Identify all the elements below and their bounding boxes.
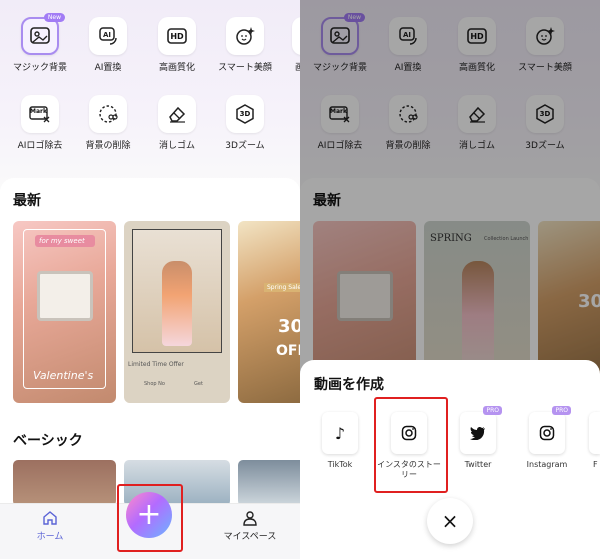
tool-ai-logo-remove[interactable]: Mark AIロゴ除去 bbox=[5, 95, 75, 151]
highlight-box-instagram-story bbox=[374, 397, 448, 493]
option-label: TikTok bbox=[327, 460, 353, 469]
3d-glyph: 3D bbox=[239, 110, 251, 118]
hd-glyph: HD bbox=[170, 31, 184, 41]
card-off-text: OFF bbox=[276, 343, 300, 359]
partial-tool-icon[interactable] bbox=[292, 17, 300, 55]
tab-my-label: マイスペース bbox=[223, 532, 277, 542]
tool-label: 高画質化 bbox=[158, 63, 195, 73]
ai-logo-remove-icon: Mark bbox=[21, 95, 59, 133]
tab-home[interactable]: ホーム bbox=[30, 510, 70, 542]
home-icon bbox=[43, 511, 57, 525]
tab-home-label: ホーム bbox=[36, 532, 64, 542]
template-card-limited-offer[interactable]: Limited Time Offer Shop No Get bbox=[124, 221, 230, 403]
card-offer-text: Limited Time Offer bbox=[128, 361, 184, 368]
3d-zoom-icon: 3D bbox=[226, 95, 264, 133]
option-label: Twitter bbox=[464, 460, 492, 469]
section-title-basic: ベーシック bbox=[13, 433, 83, 449]
tool-label: 消しゴム bbox=[158, 141, 195, 151]
basic-template-card[interactable] bbox=[13, 460, 116, 506]
card-shop-text: Shop No bbox=[144, 381, 165, 387]
woman-figure bbox=[162, 261, 192, 346]
smart-beauty-icon bbox=[226, 17, 264, 55]
pro-badge: PRO bbox=[483, 406, 502, 415]
twitter-icon: PRO bbox=[460, 406, 502, 454]
tiktok-glyph: ♪ bbox=[334, 423, 346, 443]
card-percent-text: 30 bbox=[278, 316, 300, 337]
highlight-box-plus bbox=[117, 484, 183, 552]
svg-text:AI: AI bbox=[103, 31, 111, 39]
option-label: F bbox=[593, 460, 598, 469]
user-icon bbox=[243, 511, 257, 526]
tool-eraser[interactable]: 消しゴム bbox=[142, 95, 212, 151]
template-card-valentine[interactable]: for my sweet Valentine's bbox=[13, 221, 116, 403]
mark-glyph: Mark bbox=[30, 108, 47, 115]
magic-background-icon: New bbox=[21, 13, 65, 55]
card-script-text: Valentine's bbox=[33, 369, 94, 382]
tool-label: スマート美顔 bbox=[218, 63, 272, 73]
background-remove-icon bbox=[89, 95, 127, 133]
tool-label: マジック背景 bbox=[12, 63, 67, 73]
tool-background-remove[interactable]: 背景の削除 bbox=[73, 95, 143, 151]
option-label: Instagram bbox=[526, 460, 568, 469]
tool-label: 3Dズーム bbox=[225, 141, 265, 151]
card-sale-text: Spring Sale bbox=[264, 283, 300, 292]
tool-ai-replace[interactable]: AI AI置換 bbox=[73, 17, 143, 73]
option-tiktok[interactable]: ♪ TikTok bbox=[307, 412, 373, 470]
hd-icon: HD bbox=[158, 17, 196, 55]
close-button[interactable]: × bbox=[427, 498, 473, 544]
tool-hd[interactable]: HD 高画質化 bbox=[142, 17, 212, 73]
card-get-text: Get bbox=[194, 381, 203, 387]
tool-3d-zoom[interactable]: 3D 3Dズーム bbox=[210, 95, 280, 151]
ai-replace-icon: AI bbox=[89, 17, 127, 55]
ring-box-image bbox=[37, 271, 93, 321]
tool-magic-background[interactable]: New マジック背景 bbox=[5, 13, 75, 73]
create-video-title: 動画を作成 bbox=[314, 377, 384, 393]
tool-label: 背景の削除 bbox=[85, 141, 131, 151]
tool-label: AIロゴ除去 bbox=[17, 141, 63, 151]
tab-my-space[interactable]: マイスペース bbox=[215, 510, 285, 542]
eraser-icon bbox=[158, 95, 196, 133]
tool-smart-beauty[interactable]: スマート美顔 bbox=[210, 17, 280, 73]
template-card-spring-sale[interactable]: Spring Sale 30 OFF bbox=[238, 221, 300, 403]
pro-badge: PRO bbox=[552, 406, 571, 415]
section-title-latest: 最新 bbox=[13, 193, 41, 209]
new-badge: New bbox=[43, 13, 65, 22]
create-video-screen: New マジック背景 AI AI置換 HD 高画質化 スマート美顔 Mark A… bbox=[300, 0, 600, 559]
tool-label: AI置換 bbox=[94, 63, 122, 73]
tiktok-icon: ♪ bbox=[322, 412, 358, 454]
facebook-icon[interactable] bbox=[589, 412, 600, 454]
option-twitter[interactable]: PRO Twitter bbox=[445, 406, 511, 470]
instagram-icon: PRO bbox=[529, 406, 571, 454]
card-banner-text: for my sweet bbox=[39, 237, 85, 245]
basic-template-card[interactable] bbox=[238, 460, 300, 506]
option-instagram[interactable]: PRO Instagram bbox=[514, 406, 580, 470]
home-screen: New マジック背景 AI AI置換 HD 高画質化 スマート美顔 画 Mark… bbox=[0, 0, 300, 559]
